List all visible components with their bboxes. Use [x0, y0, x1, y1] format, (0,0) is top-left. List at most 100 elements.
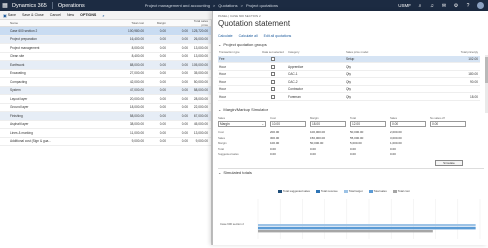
- help-icon[interactable]: ?: [465, 3, 471, 9]
- table-row[interactable]: Project preparation 16,400.00 0.00 0.00 26,0…: [0, 35, 211, 44]
- table-row[interactable]: Hour CAC-2 Qty 90.00: [218, 79, 480, 86]
- chat-icon[interactable]: ✉: [441, 3, 447, 9]
- table-row[interactable]: Ground layer 18,000.00 0.00 0.00 22,000.00: [0, 104, 211, 112]
- cell-total-cost: 18,000.00: [129, 105, 144, 110]
- cell-checkbox: [258, 72, 288, 76]
- column-header-margin[interactable]: Margin: [144, 21, 166, 25]
- app-launcher-icon[interactable]: ▦: [0, 0, 10, 11]
- column-header[interactable]: Data set selected: [258, 50, 288, 54]
- simulated-value: 150,000.00: [310, 135, 326, 140]
- calculate-button[interactable]: Calculate: [218, 34, 233, 38]
- table-row[interactable]: Compacting 42,000.00 0.00 0.00 50,000.00: [0, 78, 211, 87]
- checkbox[interactable]: [271, 57, 275, 61]
- edit-all-quotations-button[interactable]: Edit all quotations: [264, 34, 292, 38]
- simulated-value: 200.00: [270, 130, 280, 134]
- breadcrumb: Project management and accounting > Quot…: [145, 3, 278, 8]
- cell: 0.00: [181, 88, 188, 93]
- input-value: 10.00: [272, 122, 280, 126]
- column-header[interactable]: Category: [288, 50, 346, 54]
- cancel-button[interactable]: Cancel: [50, 13, 61, 17]
- bar-total-sales[interactable]: [258, 227, 476, 230]
- options-tab[interactable]: OPTIONS: [80, 13, 96, 17]
- bar-total-target[interactable]: [258, 224, 476, 227]
- brand-name[interactable]: Dynamics 365: [12, 3, 47, 9]
- table-row[interactable]: Case 600 section 2 100,980.00 0.00 0.00 125,…: [0, 27, 211, 36]
- avatar[interactable]: [477, 2, 484, 9]
- save-button[interactable]: ▣ Save: [3, 13, 16, 18]
- legend-swatch: [278, 189, 282, 193]
- cell-checkbox: [258, 94, 288, 99]
- cell-name: Finishing: [10, 113, 23, 118]
- cell-category: CAC-2: [288, 79, 298, 84]
- save-close-button[interactable]: Save & Close: [22, 13, 44, 17]
- table-row[interactable]: Hour Foreman Qty 18.00: [218, 94, 480, 101]
- table-row[interactable]: Clean site 8,400.00 0.00 0.00 13,000.00: [0, 53, 211, 61]
- simulated-value: 1,000.00: [390, 141, 402, 145]
- legend-swatch: [392, 189, 397, 193]
- panel-subtitle: PANEL | CASE 600 SECTION 2: [218, 14, 261, 18]
- cell-margin: 0.00: [159, 71, 166, 76]
- section-header-simulated-totals[interactable]: ⌄ Simulated totals: [218, 170, 252, 175]
- cost-field[interactable]: 10.00: [270, 121, 306, 127]
- table-row[interactable]: Asphalt layer 38,000.00 0.00 0.00 45,000.00: [0, 121, 211, 129]
- table-row[interactable]: Additional cost (Sign & gua... 9,000.00 0.…: [0, 138, 211, 146]
- checkbox[interactable]: [271, 64, 275, 69]
- table-row[interactable]: Lines & marking 11,000.00 0.00 0.00 13,000.0…: [0, 129, 211, 138]
- checkbox[interactable]: [271, 94, 275, 99]
- checkbox[interactable]: [271, 79, 275, 84]
- table-row[interactable]: Layout layer 20,000.00 0.00 0.00 28,000.00: [0, 95, 211, 104]
- table-row[interactable]: Hour CAC-1 Qty 180.00: [218, 71, 480, 78]
- table-row[interactable]: Hour Contractor Qty: [218, 86, 480, 93]
- section-header-margin-simulator[interactable]: ⌄ Margin/Markup Simulator: [218, 107, 268, 112]
- column-header-total-sales[interactable]: Total sales price: [188, 19, 210, 27]
- simulate-button[interactable]: Simulate: [435, 160, 463, 166]
- section-header-quotation-groups[interactable]: ⌄ Project quotation groups: [218, 42, 267, 47]
- legend-item[interactable]: Total cost: [392, 189, 410, 193]
- action-search-button[interactable]: ⌕: [102, 13, 104, 18]
- bell-icon[interactable]: ♫: [429, 3, 435, 9]
- checkbox[interactable]: [271, 72, 275, 76]
- checkbox[interactable]: [271, 87, 275, 91]
- cell-total-cost: 9,000.00: [131, 139, 144, 144]
- table-row[interactable]: System 47,000.00 0.00 0.00 58,000.00: [0, 86, 211, 95]
- margin-field[interactable]: 18.00: [310, 121, 346, 127]
- simulated-value: 300.00: [270, 135, 280, 140]
- legend-item[interactable]: Total suggested sales: [278, 189, 310, 193]
- calculate-all-button[interactable]: Calculate all: [239, 34, 258, 38]
- bar-total-cost[interactable]: [258, 230, 433, 233]
- sales-field[interactable]: 0.00: [390, 121, 426, 127]
- column-header[interactable]: Transaction type: [218, 50, 258, 54]
- table-row[interactable]: Fee Setup 102.00: [218, 56, 480, 63]
- field-label: Cost: [270, 116, 276, 120]
- column-header[interactable]: Total price/qty: [441, 50, 480, 54]
- table-row[interactable]: Project management 8,000.00 0.00 0.00 13,000…: [0, 44, 211, 53]
- cell-transaction-type: Hour: [219, 64, 226, 69]
- column-header[interactable]: Sales price model: [346, 50, 441, 54]
- table-row[interactable]: Finishing 58,000.00 0.00 0.00 67,000.00: [0, 112, 211, 121]
- table-row[interactable]: Hour Apprentice Qty: [218, 64, 480, 71]
- company-selector[interactable]: USMF: [398, 3, 411, 8]
- new-button[interactable]: New: [67, 13, 74, 17]
- legend-item[interactable]: Total target: [343, 189, 363, 193]
- total-field[interactable]: 12.00: [350, 121, 386, 127]
- legend-item[interactable]: Total revenue: [315, 189, 338, 193]
- cell-total-sales: 105,000.00: [192, 62, 208, 67]
- legend-item[interactable]: Total sales: [368, 189, 387, 193]
- cell: 0.00: [181, 54, 188, 59]
- simulation-mode-select[interactable]: Margin ⌄: [218, 121, 266, 127]
- no-sales-off-field[interactable]: 0.00: [430, 121, 466, 127]
- top-navigation-bar: ▦ Dynamics 365 Operations Project manage…: [0, 0, 488, 11]
- column-header-total-cost[interactable]: Total cost: [122, 21, 144, 25]
- table-row[interactable]: Earthwork 88,000.00 0.00 0.00 105,000.00: [0, 61, 211, 70]
- cell-total-cost: 38,000.00: [129, 122, 144, 127]
- gear-icon[interactable]: ⚙: [453, 3, 459, 9]
- search-icon[interactable]: ⌕: [417, 3, 423, 9]
- cell-margin: 0.00: [159, 122, 166, 127]
- breadcrumb-item[interactable]: Project quotations: [246, 3, 278, 8]
- breadcrumb-item[interactable]: Quotations: [218, 3, 237, 8]
- table-row[interactable]: Excavating 27,000.00 0.00 0.00 35,000.00: [0, 70, 211, 78]
- cell-margin: 0.00: [159, 130, 166, 135]
- column-header-name[interactable]: Name: [10, 21, 72, 25]
- divider: [218, 168, 484, 169]
- breadcrumb-item[interactable]: Project management and accounting: [145, 3, 210, 8]
